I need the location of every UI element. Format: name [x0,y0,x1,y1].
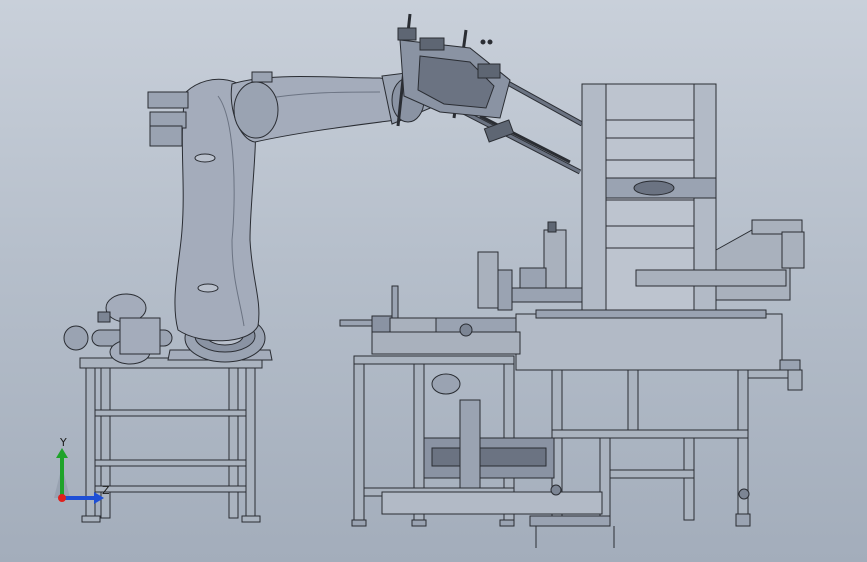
carton-magazine[interactable] [581,83,805,315]
z-axis-label: Z [102,484,110,497]
coordinate-triad: Y Z [50,436,120,510]
gripper-end-effector[interactable] [396,13,584,175]
axis-triad-icon [54,448,104,504]
cad-viewport[interactable]: Y Z [0,0,867,562]
y-axis-label: Y [60,436,67,449]
cad-model-scene[interactable] [0,0,867,562]
